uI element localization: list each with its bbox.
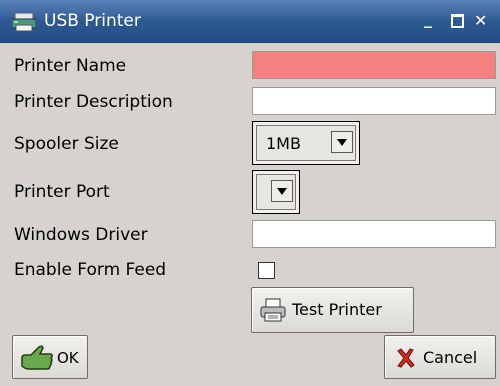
close-button[interactable]: ✕ [474,11,487,31]
chevron-down-icon[interactable] [331,131,353,153]
ok-hand-icon [21,345,53,370]
chevron-down-icon[interactable] [271,180,293,202]
test-printer-button[interactable]: Test Printer [251,287,414,333]
printer-port-select[interactable] [252,170,300,214]
printer-description-label: Printer Description [14,92,173,112]
printer-app-icon [12,13,36,31]
spooler-size-select[interactable]: 1MB [252,121,360,165]
window-title: USB Printer [44,11,141,31]
printer-name-field[interactable] [252,51,496,79]
spooler-size-combo-body: 1MB [256,125,356,161]
cancel-label: Cancel [423,348,478,367]
enable-form-feed-label: Enable Form Feed [14,260,167,280]
usb-printer-window: USB Printer _ ✕ Printer Name Printer Des… [0,0,500,386]
printer-port-combo-body [256,174,296,210]
spooler-size-label: Spooler Size [14,134,119,154]
title-bar[interactable]: USB Printer _ ✕ [0,0,500,43]
printer-name-label: Printer Name [14,56,127,76]
enable-form-feed-checkbox[interactable] [258,262,275,279]
minimize-button[interactable]: _ [424,9,432,29]
ok-label: OK [57,349,79,367]
maximize-button[interactable] [451,14,464,28]
test-printer-label: Test Printer [292,300,382,319]
windows-driver-label: Windows Driver [14,225,148,245]
printer-description-field[interactable] [252,87,496,115]
spooler-size-value: 1MB [266,134,301,153]
ok-button[interactable]: OK [12,335,88,379]
red-x-icon [397,348,415,368]
printer-port-label: Printer Port [14,182,110,202]
printer-icon [260,298,286,322]
cancel-button[interactable]: Cancel [384,335,496,379]
windows-driver-field[interactable] [252,220,496,248]
